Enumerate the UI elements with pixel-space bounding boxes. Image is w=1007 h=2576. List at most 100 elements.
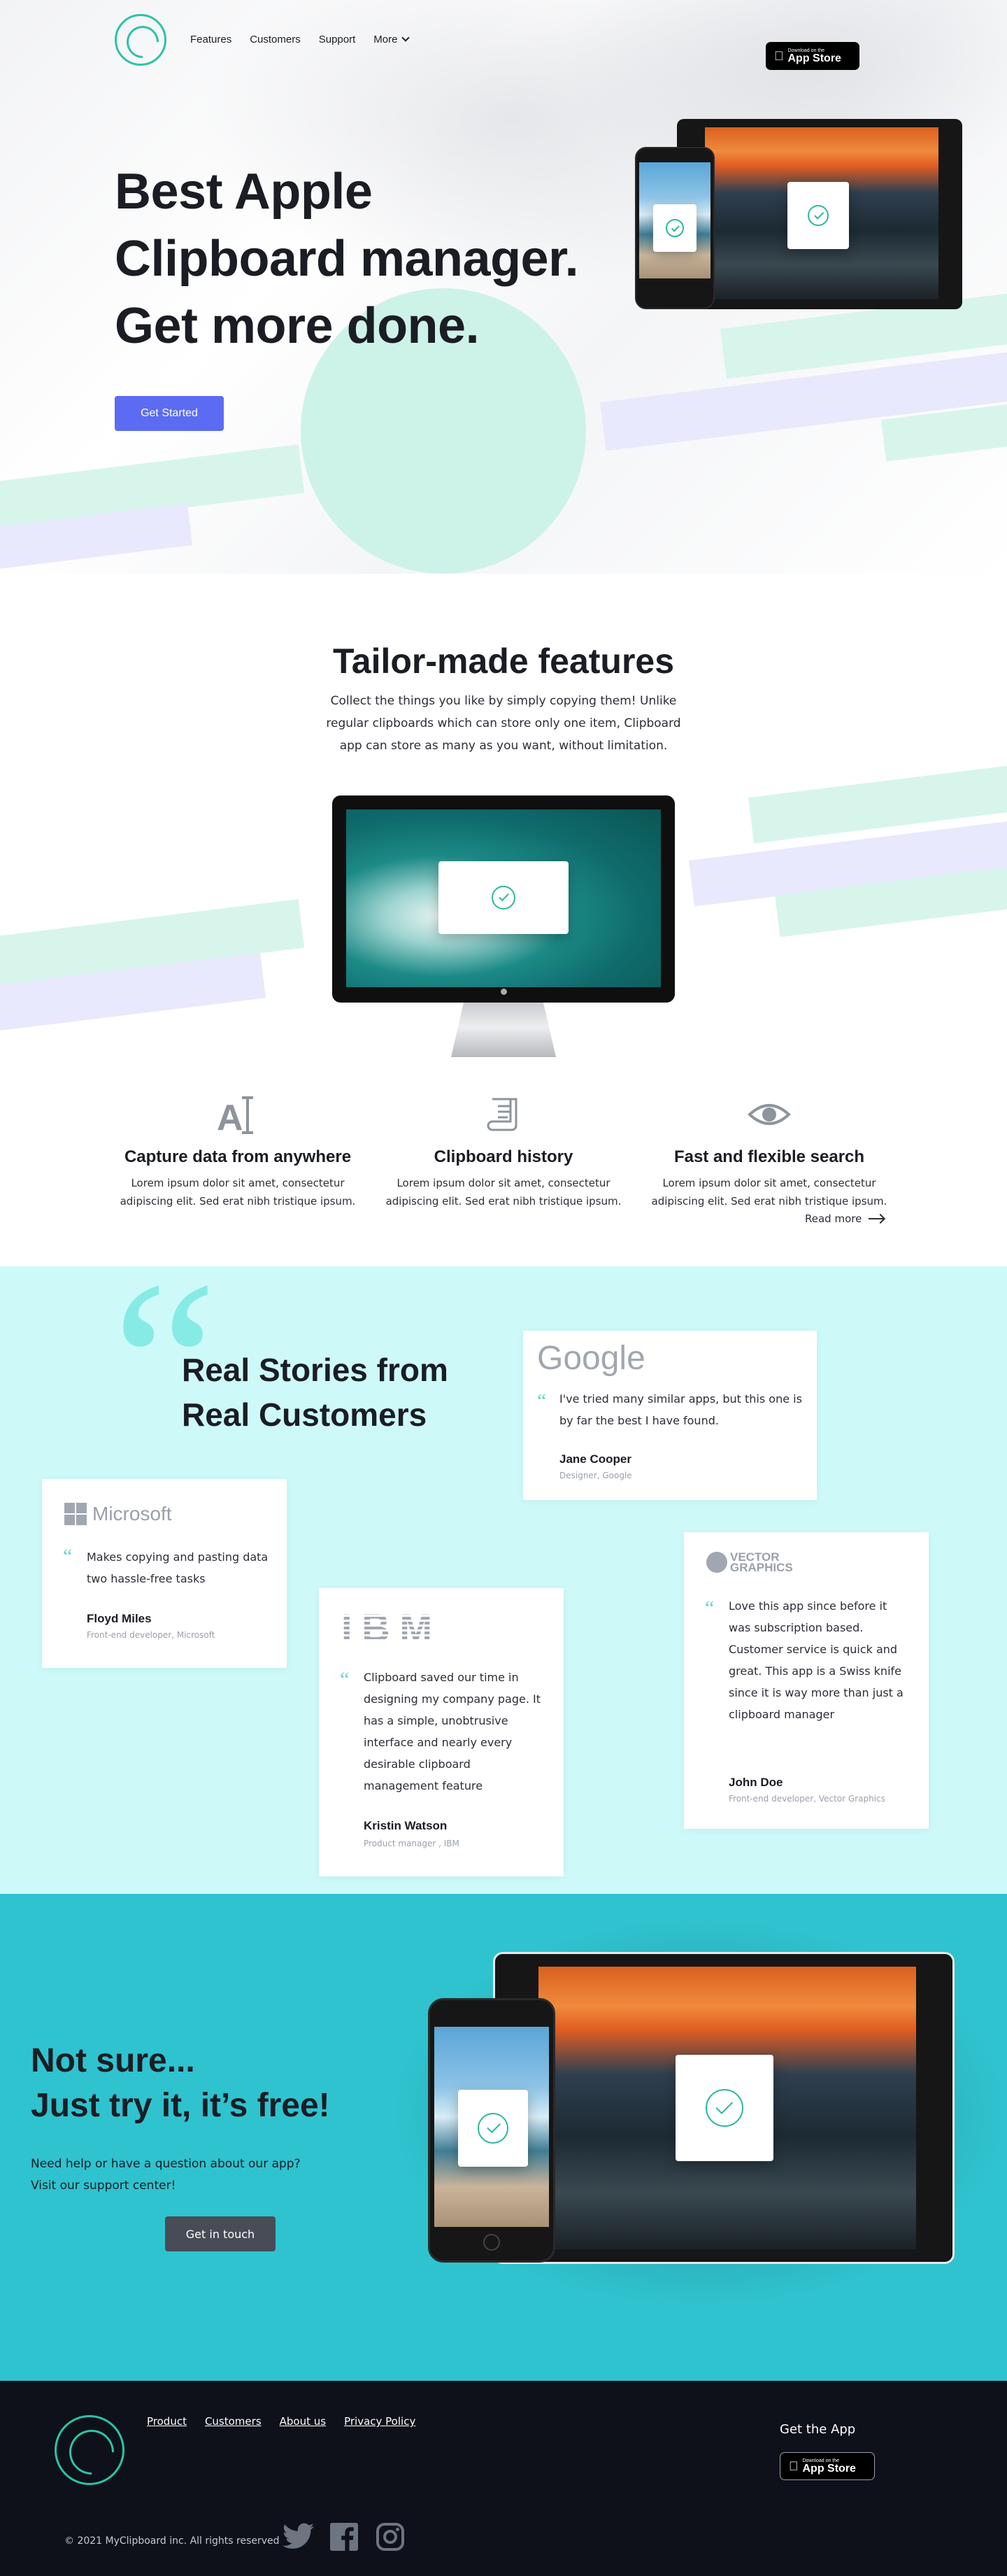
testimonial-role: Designer, Google [559,1471,632,1480]
hero-title-line: Clipboard manager. [115,231,579,287]
hero-title: Best Apple Clipboard manager. Get more d… [115,158,646,360]
footer-link-privacy[interactable]: Privacy Policy [344,2415,415,2428]
testimonial-card: Microsoft “ Makes copying and pasting da… [42,1479,287,1668]
app-store-big: App Store [793,2462,856,2475]
check-card [787,182,849,249]
check-icon [808,205,829,226]
testimonial-card: Google “ I've tried many similar apps, b… [523,1331,817,1500]
testimonial-role: Product manager , IBM [364,1839,459,1848]
check-card [458,2090,528,2167]
cta-text-line: Visit our support center! [31,2179,176,2193]
app-store-button[interactable]:  Download on the App Store [780,2452,875,2480]
twitter-icon[interactable] [283,2523,315,2551]
apple-logo-icon [501,989,507,995]
tablet-mockup [493,1952,955,2264]
quote-icon: “ [340,1668,350,1691]
nav-features[interactable]: Features [190,34,231,45]
phone-mockup [635,147,715,309]
home-button [483,2234,500,2251]
checkmark-stroke [671,223,680,232]
ibm-logo: IBM [341,1606,439,1650]
arrow-right-icon [869,1218,885,1219]
clipboard-logo-icon[interactable] [55,2415,124,2485]
cta-text-line: Need help or have a question about our a… [31,2157,301,2171]
testimonial-role: Front-end developer, Microsoft [87,1630,215,1640]
nav-more-label: More [373,34,398,45]
quote-icon: “ [63,1545,73,1568]
feature-title: Clipboard history [434,1147,573,1166]
tablet-mockup [677,119,962,309]
testimonial-role: Front-end developer, Vector Graphics [729,1794,885,1804]
feature-text: Lorem ipsum dolor sit amet, consectetur … [651,1177,887,1208]
check-icon [706,2089,743,2127]
copyright-text: © 2021 MyClipboard inc. All rights reser… [64,2535,280,2547]
clipboard-logo-icon[interactable] [115,14,166,66]
app-store-button[interactable]:  Download on the App Store [766,42,859,70]
get-in-touch-button[interactable]: Get in touch [165,2216,276,2251]
read-more-link[interactable]: Read more [805,1212,885,1225]
instagram-icon[interactable] [376,2523,404,2551]
footer-link-about[interactable]: About us [280,2415,326,2428]
feature-history: Clipboard history Lorem ipsum dolor sit … [378,1091,629,1210]
check-card [438,861,569,934]
vector-graphics-wordmark: VECTOR GRAPHICS [730,1550,793,1574]
google-logo: Google [537,1340,645,1377]
hero-title-line: Best Apple [115,164,373,220]
get-started-button[interactable]: Get Started [115,396,224,431]
testimonial-quote: Clipboard saved our time in designing my… [364,1671,541,1792]
feature-capture: A Capture data from anywhere Lorem ipsum… [112,1091,364,1210]
eye-icon [643,1091,895,1138]
main-nav: Features Customers Support More [190,34,410,45]
scroll-icon [378,1091,629,1138]
nav-customers[interactable]: Customers [250,34,301,45]
quote-icon: “ [705,1597,715,1620]
testimonials-title-line: Real Stories from [182,1352,448,1388]
feature-title: Fast and flexible search [673,1147,865,1166]
facebook-icon[interactable] [330,2523,358,2551]
testimonial-card: IBM “ Clipboard saved our time in design… [319,1588,564,1876]
check-icon [478,2113,508,2144]
feature-search: Fast and flexible search Lorem ipsum dol… [643,1091,895,1210]
cta-title: Not sure... Just try it, it’s free! [31,2039,330,2128]
app-store-text: Download on the App Store [788,48,841,64]
hero-title-line: Get more done. [115,298,480,354]
apple-icon:  [789,2460,799,2472]
feature-text: Lorem ipsum dolor sit amet, consectetur … [385,1177,622,1208]
nav-support[interactable]: Support [319,34,356,45]
microsoft-icon [64,1503,87,1525]
apple-icon:  [774,50,784,62]
check-card [653,204,697,252]
check-icon [666,219,684,237]
phone-mockup [428,1998,555,2263]
testimonial-name: Floyd Miles [87,1612,152,1625]
testimonial-quote: I've tried many similar apps, but this o… [559,1392,802,1427]
testimonial-name: Jane Cooper [559,1452,631,1466]
footer-link-product[interactable]: Product [147,2415,187,2428]
testimonial-name: John Doe [729,1776,783,1789]
testimonial-card: VECTOR GRAPHICS “ Love this app since be… [684,1532,929,1829]
chevron-down-icon [401,34,410,42]
checkmark-stroke [499,891,510,902]
feature-text: Lorem ipsum dolor sit amet, consectetur … [120,1177,356,1208]
features-description: Collect the things you like by simply co… [326,694,681,753]
text-cursor-icon: A [112,1091,364,1138]
check-card [676,2055,773,2161]
app-store-text: Download on the App Store [803,2458,856,2475]
get-the-app-label: Get the App [780,2422,856,2437]
checkmark-stroke [716,2096,734,2114]
read-more-label: Read more [805,1212,862,1225]
vector-graphics-logo: VECTOR GRAPHICS [706,1550,807,1574]
footer-link-customers[interactable]: Customers [205,2415,262,2428]
microsoft-wordmark: Microsoft [92,1503,172,1524]
testimonial-quote: Makes copying and pasting data two hassl… [87,1550,269,1585]
feature-title: Capture data from anywhere [124,1147,352,1166]
app-store-big: App Store [778,52,841,64]
cta-description: Need help or have a question about our a… [31,2153,301,2197]
cta-title-line: Just try it, it’s free! [31,2087,330,2124]
vector-graphics-icon [706,1552,727,1573]
nav-more[interactable]: More [373,34,410,45]
checkmark-stroke [814,209,824,220]
quote-icon: “ [537,1389,547,1413]
testimonials-title: Real Stories from Real Customers [182,1347,503,1437]
testimonials-title-line: Real Customers [182,1396,427,1433]
